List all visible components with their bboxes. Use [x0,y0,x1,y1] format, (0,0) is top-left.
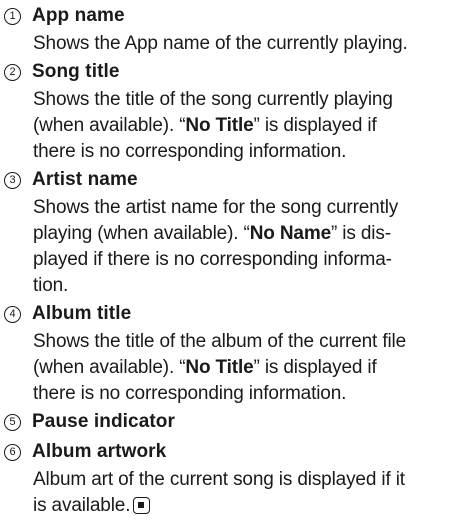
item-number-badge: 1 [4,7,21,25]
item-title: Album title [32,303,132,324]
item-number-badge: 5 [4,413,21,431]
item-heading: 1 App name [0,1,459,31]
item-title: Artist name [32,169,138,190]
item-song-title: 2 Song title Shows the title of the song… [0,57,459,165]
no-title-label: No Title [185,115,254,136]
item-title: Song title [32,61,120,82]
description-line: there is no corresponding information. [33,383,347,404]
description-line: Album art of the current song is display… [33,469,405,490]
description-text: ” is displayed if [253,115,377,136]
item-title: Album artwork [32,441,167,462]
item-description: Shows the title of the album of the curr… [0,329,459,407]
item-description: Shows the artist name for the song curre… [0,195,459,299]
item-number-badge: 2 [4,63,21,81]
item-heading: 4 Album title [0,299,459,329]
section-end-icon [133,497,151,514]
description-line: tion. [33,275,69,296]
item-title: Pause indicator [32,411,175,432]
document-page: 1 App name Shows the App name of the cur… [0,0,459,529]
description-text: ” is dis- [331,223,391,244]
item-number-badge: 3 [4,171,21,189]
description-line: playing (when available). “No Name” is d… [33,221,459,247]
item-app-name: 1 App name Shows the App name of the cur… [0,1,459,57]
no-title-label: No Title [185,357,254,378]
description-line: Shows the App name of the currently play… [33,33,408,54]
item-description: Shows the App name of the currently play… [0,31,459,57]
description-line: (when available). “No Title” is displaye… [33,355,459,381]
item-pause-indicator: 5 Pause indicator [0,407,459,437]
item-heading: 5 Pause indicator [0,407,459,437]
description-text: ” is displayed if [253,357,377,378]
description-line: Shows the artist name for the song curre… [33,197,399,218]
item-album-title: 4 Album title Shows the title of the alb… [0,299,459,407]
item-title: App name [32,5,125,26]
description-line: is available. [33,493,459,519]
description-text: playing (when available). “ [33,223,250,244]
item-heading: 3 Artist name [0,165,459,195]
description-line: played if there is no corresponding info… [33,249,392,270]
no-name-label: No Name [249,223,331,244]
item-description: Album art of the current song is display… [0,467,459,519]
description-line: Shows the title of the album of the curr… [33,331,407,352]
item-heading: 6 Album artwork [0,437,459,467]
description-line: there is no corresponding information. [33,141,347,162]
item-heading: 2 Song title [0,57,459,87]
item-number-badge: 6 [4,443,21,461]
description-text: (when available). “ [33,357,186,378]
description-text: (when available). “ [33,115,186,136]
description-line: (when available). “No Title” is displaye… [33,113,459,139]
item-number-badge: 4 [4,305,21,323]
description-text: is available. [33,495,131,516]
item-album-artwork: 6 Album artwork Album art of the current… [0,437,459,519]
item-artist-name: 3 Artist name Shows the artist name for … [0,165,459,299]
description-line: Shows the title of the song currently pl… [33,89,393,110]
item-description: Shows the title of the song currently pl… [0,87,459,165]
